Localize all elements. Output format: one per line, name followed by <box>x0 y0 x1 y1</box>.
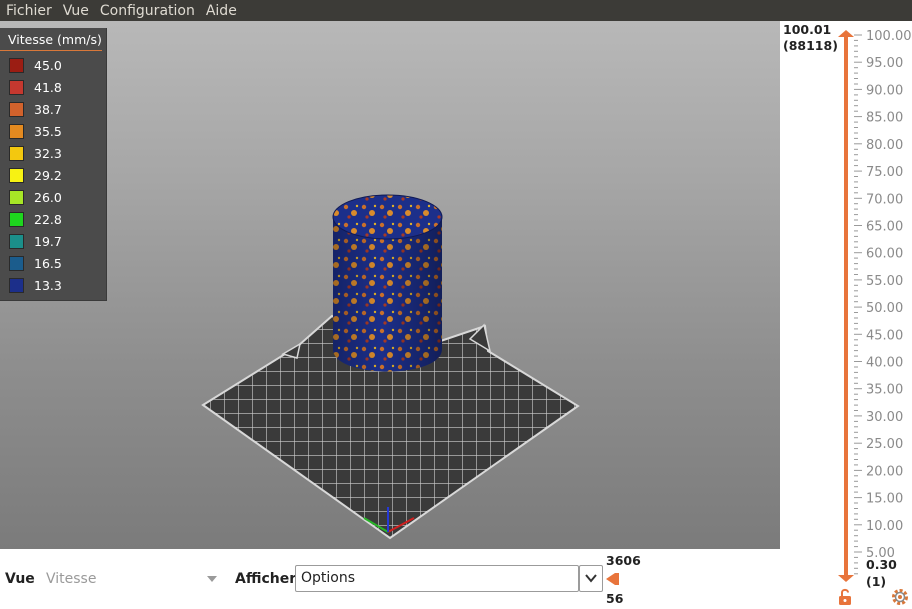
legend-row: 35.5 <box>0 120 106 142</box>
unlocked-padlock-icon[interactable] <box>836 587 854 607</box>
layer-ticks: 100.00 95.00 90.00 85.00 80.00 75.00 70.00 65.0… <box>854 29 912 575</box>
layer-slider-bottom-handle[interactable] <box>838 575 854 582</box>
layer-tick-label: 95.00 <box>866 56 903 71</box>
layer-tick-label: 60.00 <box>866 247 903 262</box>
layer-tick-label: 90.00 <box>866 83 903 98</box>
printed-cylinder <box>332 194 443 372</box>
layer-bottom-count: (1) <box>866 574 887 589</box>
layer-tick-label: 20.00 <box>866 464 903 479</box>
chevron-down-icon <box>585 574 597 583</box>
legend-value: 41.8 <box>34 79 62 95</box>
legend-row: 41.8 <box>0 76 106 98</box>
legend-row: 16.5 <box>0 252 106 274</box>
legend-value: 45.0 <box>34 57 62 73</box>
show-label: Afficher <box>235 571 297 587</box>
menu-help[interactable]: Aide <box>206 3 237 19</box>
layer-tick-label: 80.00 <box>866 138 903 153</box>
legend-row: 38.7 <box>0 98 106 120</box>
show-options-dropdown-button[interactable] <box>579 565 603 592</box>
legend-row: 22.8 <box>0 208 106 230</box>
show-options-select[interactable]: Options <box>295 565 579 592</box>
legend-value: 35.5 <box>34 123 62 139</box>
layer-tick-label: 75.00 <box>866 165 903 180</box>
3d-scene[interactable] <box>0 21 780 549</box>
view-type-label: Vue <box>5 571 35 587</box>
legend-value: 32.3 <box>34 145 62 161</box>
legend-color-swatch <box>9 123 24 139</box>
legend-color-swatch <box>9 189 24 205</box>
move-slider-handle[interactable] <box>606 572 623 586</box>
legend-value: 26.0 <box>34 189 62 205</box>
legend-title: Vitesse (mm/s) <box>0 28 102 51</box>
move-slider-bottom-value: 56 <box>606 591 624 606</box>
layer-top-count: (88118) <box>783 38 838 53</box>
legend-row: 32.3 <box>0 142 106 164</box>
legend-color-swatch <box>9 211 24 227</box>
layer-tick-label: 40.00 <box>866 356 903 371</box>
legend-value: 22.8 <box>34 211 62 227</box>
menu-configuration[interactable]: Configuration <box>100 3 195 19</box>
legend-color-swatch <box>9 79 24 95</box>
view-type-select[interactable]: Vitesse <box>40 568 225 590</box>
legend-color-swatch <box>9 101 24 117</box>
menu-bar: Fichier Vue Configuration Aide <box>0 0 912 21</box>
layer-slider[interactable]: 100.00 95.00 90.00 85.00 80.00 75.00 70.00 65.0… <box>780 21 912 609</box>
layer-tick-label: 65.00 <box>866 220 903 235</box>
legend-value: 19.7 <box>34 233 62 249</box>
show-options-value: Options <box>301 570 356 586</box>
layer-tick-label: 100.00 <box>866 29 912 44</box>
legend-row: 13.3 <box>0 274 106 296</box>
legend-color-swatch <box>9 255 24 271</box>
layer-tick-label: 45.00 <box>866 328 903 343</box>
legend-row: 29.2 <box>0 164 106 186</box>
legend-color-swatch <box>9 145 24 161</box>
layer-tick-label: 10.00 <box>866 519 903 534</box>
layer-slider-panel: 100.00 95.00 90.00 85.00 80.00 75.00 70.00 65.0… <box>780 21 912 609</box>
legend-value: 16.5 <box>34 255 62 271</box>
gcode-viewer-app: Fichier Vue Configuration Aide Vitesse (… <box>0 0 912 609</box>
layer-tick-label: 55.00 <box>866 274 903 289</box>
layer-tick-label: 70.00 <box>866 192 903 207</box>
legend-value: 38.7 <box>34 101 62 117</box>
layer-top-value: 100.01 <box>783 22 832 37</box>
layer-bottom-value: 0.30 <box>866 557 897 572</box>
layer-tick-label: 15.00 <box>866 492 903 507</box>
layer-tick-label: 85.00 <box>866 111 903 126</box>
legend-row: 19.7 <box>0 230 106 252</box>
legend-row: 26.0 <box>0 186 106 208</box>
layer-slider-top-handle[interactable] <box>838 30 854 37</box>
legend-value: 29.2 <box>34 167 62 183</box>
gear-icon[interactable] <box>890 587 910 607</box>
legend-value: 13.3 <box>34 277 62 293</box>
legend-color-swatch <box>9 167 24 183</box>
legend-color-swatch <box>9 57 24 73</box>
legend-color-swatch <box>9 233 24 249</box>
layer-tick-label: 30.00 <box>866 410 903 425</box>
layer-tick-label: 25.00 <box>866 437 903 452</box>
layer-tick-label: 35.00 <box>866 383 903 398</box>
menu-file[interactable]: Fichier <box>6 3 52 19</box>
legend-color-swatch <box>9 277 24 293</box>
legend-rows: 45.0 41.8 38.7 35.5 32.3 29.2 26.0 22.8 19.7 16.5… <box>0 51 106 296</box>
view-type-value: Vitesse <box>46 571 97 587</box>
bottom-toolbar: Vue Vitesse Afficher Options 3606 56 <box>0 549 780 609</box>
layer-tick-label: 50.00 <box>866 301 903 316</box>
speed-legend: Vitesse (mm/s) 45.0 41.8 38.7 35.5 32.3 29.2 2… <box>0 28 107 301</box>
legend-row: 45.0 <box>0 54 106 76</box>
3d-viewport[interactable]: Vitesse (mm/s) 45.0 41.8 38.7 35.5 32.3 29.2 2… <box>0 21 780 549</box>
move-slider-top-value: 3606 <box>606 553 641 568</box>
menu-view[interactable]: Vue <box>63 3 89 19</box>
chevron-down-icon <box>207 576 217 582</box>
